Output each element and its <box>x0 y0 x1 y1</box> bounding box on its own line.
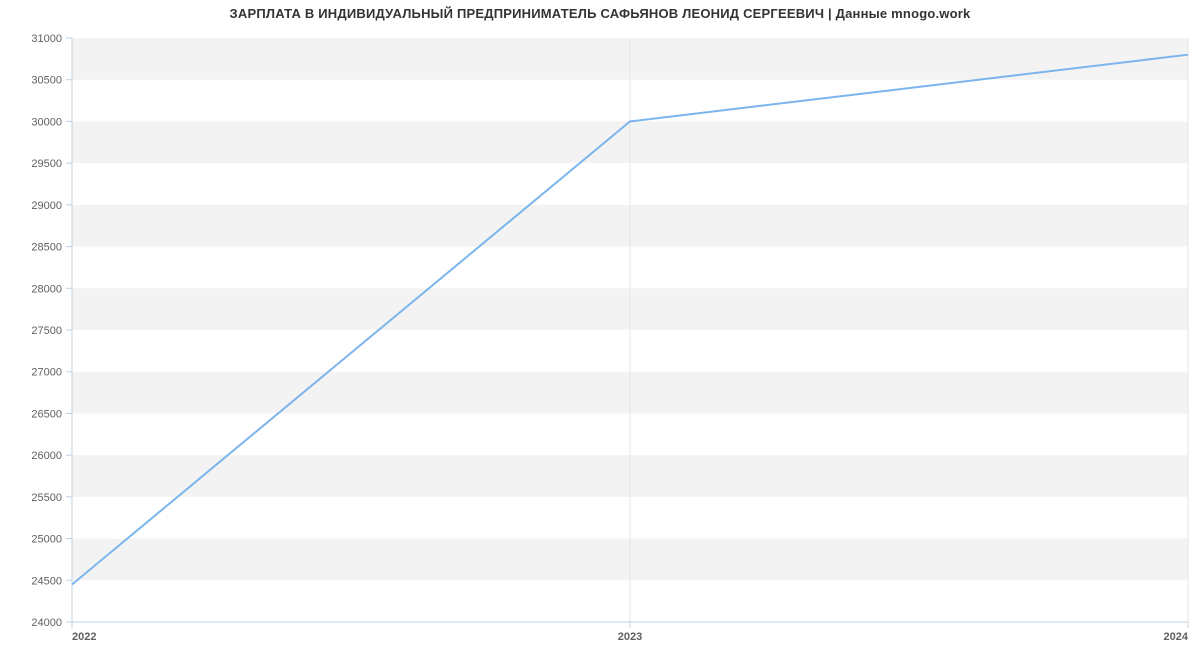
chart-title: ЗАРПЛАТА В ИНДИВИДУАЛЬНЫЙ ПРЕДПРИНИМАТЕЛ… <box>0 6 1200 21</box>
y-tick-label: 24500 <box>31 575 62 587</box>
y-tick-label: 28500 <box>31 242 62 254</box>
y-tick-label: 27500 <box>31 325 62 337</box>
y-tick-label: 30500 <box>31 75 62 87</box>
y-tick-label: 31000 <box>31 33 62 45</box>
x-tick-label: 2023 <box>618 631 642 643</box>
y-tick-label: 28000 <box>31 283 62 295</box>
x-tick-label: 2022 <box>72 631 96 643</box>
y-tick-label: 27000 <box>31 367 62 379</box>
salary-chart: ЗАРПЛАТА В ИНДИВИДУАЛЬНЫЙ ПРЕДПРИНИМАТЕЛ… <box>0 0 1200 650</box>
y-tick-label: 26000 <box>31 450 62 462</box>
y-tick-label: 26500 <box>31 408 62 420</box>
y-tick-label: 29500 <box>31 158 62 170</box>
x-tick-label: 2024 <box>1164 631 1189 643</box>
y-tick-label: 29000 <box>31 200 62 212</box>
plot-area: 2400024500250002550026000265002700027500… <box>72 38 1188 622</box>
y-tick-label: 25500 <box>31 492 62 504</box>
y-tick-label: 30000 <box>31 116 62 128</box>
chart-svg: 2400024500250002550026000265002700027500… <box>72 38 1188 622</box>
y-tick-label: 25000 <box>31 534 62 546</box>
y-tick-label: 24000 <box>31 617 62 629</box>
